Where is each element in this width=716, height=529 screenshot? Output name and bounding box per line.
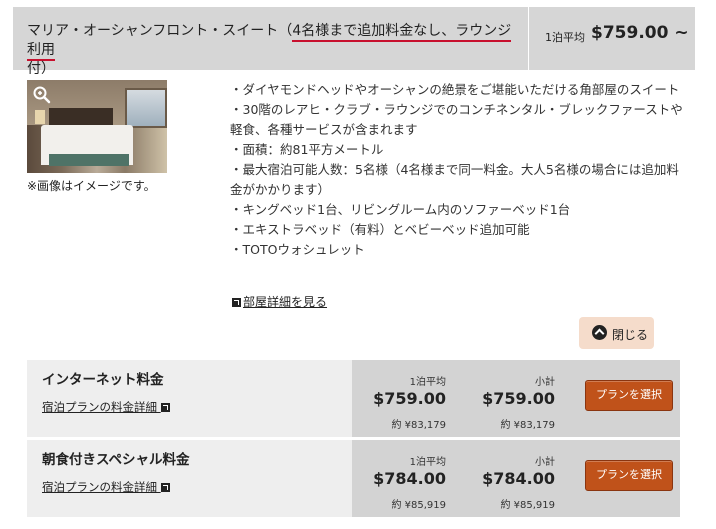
subtotal-price: $759.00 [482, 389, 555, 408]
header-price-box: 1泊平均 $759.00 ~ [528, 7, 695, 70]
avg-price: $759.00 [373, 389, 446, 408]
photo-bench [49, 154, 129, 166]
subtotal-yen: 約 ¥85,919 [500, 500, 555, 511]
feature-item: エキストラベッド（有料）とベビーベッド追加可能 [230, 220, 684, 240]
header-price: $759.00 ~ [591, 23, 689, 43]
plan-pricing: 1泊平均 $784.00 約 ¥85,919 小計 $784.00 約 ¥85,… [352, 440, 680, 517]
room-title-prefix: マリア・オーシャンフロント・スイート（ [27, 23, 293, 39]
photo-window [125, 88, 167, 128]
feature-item: ダイヤモンドヘッドやオーシャンの絶景をご堪能いただける角部屋のスイート [230, 80, 684, 100]
select-plan-button[interactable]: プランを選択 [585, 460, 673, 491]
plan-detail-link-label: 宿泊プランの料金詳細 [42, 480, 157, 494]
room-features-list: ダイヤモンドヘッドやオーシャンの絶景をご堪能いただける角部屋のスイート 30階の… [230, 80, 684, 260]
plan-info: 朝食付きスペシャル料金 宿泊プランの料金詳細 [27, 440, 352, 517]
plan-detail-link-label: 宿泊プランの料金詳細 [42, 400, 157, 414]
room-header: マリア・オーシャンフロント・スイート（4名様まで追加料金なし、ラウンジ利用 付） … [13, 7, 695, 77]
header-price-label: 1泊平均 [545, 31, 585, 44]
avg-price-yen: 約 ¥83,179 [391, 420, 446, 431]
plan-detail-link[interactable]: 宿泊プランの料金詳細 [42, 399, 172, 415]
plan-name: インターネット料金 [42, 372, 164, 388]
room-detail-link[interactable]: 部屋詳細を見る [232, 293, 327, 310]
photo-lamp [35, 110, 45, 124]
chevron-up-circle-icon [592, 325, 607, 340]
subtotal-yen: 約 ¥83,179 [500, 420, 555, 431]
plan-row: 朝食付きスペシャル料金 宿泊プランの料金詳細 1泊平均 $784.00 約 ¥8… [27, 440, 680, 517]
feature-item: TOTOウォシュレット [230, 240, 684, 260]
plan-detail-link[interactable]: 宿泊プランの料金詳細 [42, 479, 172, 495]
avg-price: $784.00 [373, 469, 446, 488]
magnifier-icon[interactable] [32, 85, 52, 105]
subtotal-price: $784.00 [482, 469, 555, 488]
close-button-label: 閉じる [612, 328, 649, 342]
feature-item: キングベッド1台、リビングルーム内のソファーベッド1台 [230, 200, 684, 220]
feature-item: 最大宿泊可能人数：5名様（4名様まで同一料金。大人5名様の場合には追加料金がかか… [230, 160, 684, 200]
room-title: マリア・オーシャンフロント・スイート（4名様まで追加料金なし、ラウンジ利用 付） [27, 22, 523, 79]
room-detail-link-label: 部屋詳細を見る [243, 295, 328, 309]
external-link-icon [232, 298, 241, 307]
external-link-icon [160, 483, 170, 492]
select-plan-button[interactable]: プランを選択 [585, 380, 673, 411]
close-button[interactable]: 閉じる [579, 317, 654, 349]
plan-row: インターネット料金 宿泊プランの料金詳細 1泊平均 $759.00 約 ¥83,… [27, 360, 680, 437]
plan-name: 朝食付きスペシャル料金 [42, 452, 190, 468]
avg-price-yen: 約 ¥85,919 [391, 500, 446, 511]
plan-info: インターネット料金 宿泊プランの料金詳細 [27, 360, 352, 437]
avg-price-label: 1泊平均 [409, 457, 446, 468]
room-photo[interactable] [27, 80, 167, 173]
plan-pricing: 1泊平均 $759.00 約 ¥83,179 小計 $759.00 約 ¥83,… [352, 360, 680, 437]
feature-item: 面積：約81平方メートル [230, 140, 684, 160]
external-link-icon [160, 403, 170, 412]
avg-price-label: 1泊平均 [409, 377, 446, 388]
feature-item: 30階のレアヒ・クラブ・ラウンジでのコンチネンタル・ブレックファーストや軽食、各… [230, 100, 684, 140]
subtotal-label: 小計 [535, 377, 555, 388]
room-title-suffix: 付） [27, 61, 55, 77]
subtotal-label: 小計 [535, 457, 555, 468]
photo-note: ※画像はイメージです。 [27, 179, 156, 193]
